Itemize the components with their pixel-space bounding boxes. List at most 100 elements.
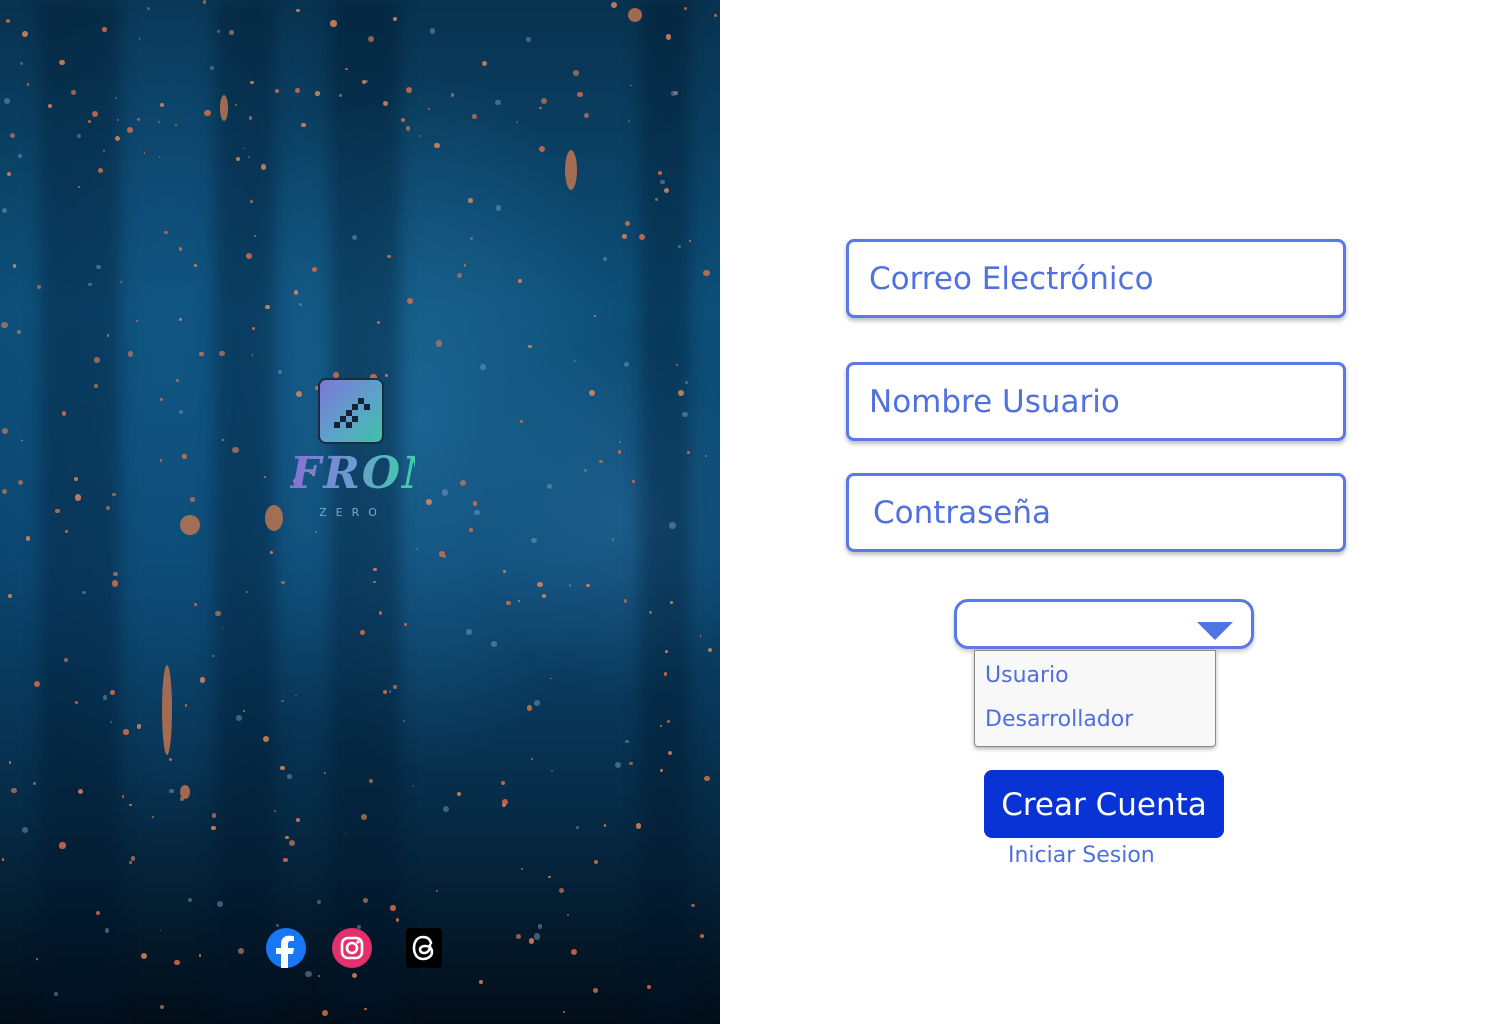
raindrop: [138, 38, 141, 40]
raindrop: [611, 538, 615, 541]
username-field[interactable]: [846, 362, 1346, 441]
raindrop: [222, 438, 225, 441]
raindrop: [435, 340, 442, 347]
raindrop: [212, 654, 215, 657]
raindrop: [592, 987, 598, 993]
raindrop: [13, 264, 17, 268]
password-field[interactable]: [846, 473, 1346, 552]
raindrop: [33, 782, 37, 786]
raindrop: [296, 8, 301, 13]
raindrop: [211, 826, 216, 831]
raindrop: [442, 805, 449, 813]
raindrop: [178, 317, 182, 322]
raindrop: [659, 724, 662, 728]
raindrop: [542, 594, 547, 599]
password-input[interactable]: [849, 476, 1343, 549]
raindrop: [184, 704, 187, 707]
raindrop: [659, 179, 665, 185]
raindrop: [457, 273, 463, 279]
raindrop: [135, 319, 138, 322]
create-account-button[interactable]: Crear Cuenta: [984, 770, 1224, 838]
raindrop: [276, 924, 280, 928]
threads-icon[interactable]: [404, 928, 444, 968]
raindrop: [559, 888, 565, 894]
raindrop: [294, 87, 301, 94]
raindrop: [160, 459, 163, 462]
raindrop: [392, 17, 397, 21]
logo-icon: [318, 378, 384, 444]
raindrop: [260, 164, 267, 170]
raindrop: [575, 825, 579, 829]
raindrop: [470, 237, 473, 240]
raindrop: [26, 83, 30, 86]
raindrop: [442, 555, 446, 559]
instagram-icon[interactable]: [332, 928, 372, 968]
raindrop: [111, 580, 119, 587]
raindrop: [707, 647, 713, 653]
raindrop: [312, 267, 318, 273]
raindrop: [162, 665, 172, 755]
login-link[interactable]: Iniciar Sesion: [1008, 842, 1155, 870]
raindrop: [96, 264, 101, 270]
raindrop: [130, 856, 136, 861]
role-option-usuario[interactable]: Usuario: [985, 661, 1069, 691]
facebook-icon[interactable]: [266, 928, 306, 968]
raindrop: [550, 769, 553, 773]
raindrop: [324, 772, 327, 775]
raindrop: [666, 34, 672, 40]
raindrop: [713, 14, 717, 18]
raindrop: [479, 980, 484, 984]
raindrop: [10, 132, 16, 138]
raindrop: [53, 992, 58, 996]
username-input[interactable]: [849, 365, 1343, 438]
raindrop: [571, 949, 578, 956]
email-field[interactable]: [846, 239, 1346, 318]
raindrop: [472, 114, 477, 119]
raindrop: [621, 234, 627, 240]
raindrop: [246, 591, 248, 594]
raindrop: [129, 803, 132, 806]
raindrop: [116, 118, 120, 121]
raindrop: [247, 156, 250, 159]
raindrop: [407, 297, 413, 304]
raindrop: [480, 364, 487, 371]
raindrop: [17, 154, 22, 159]
raindrop: [25, 536, 31, 541]
raindrop: [274, 88, 280, 94]
raindrop: [436, 889, 438, 892]
raindrop: [317, 974, 320, 977]
raindrop: [491, 640, 497, 647]
raindrop: [264, 304, 270, 310]
raindrop: [77, 788, 83, 794]
raindrop: [158, 156, 161, 158]
raindrop: [528, 938, 535, 944]
raindrop: [17, 479, 23, 486]
raindrop: [531, 537, 537, 544]
raindrop: [629, 84, 632, 87]
raindrop: [624, 221, 630, 226]
raindrop: [262, 735, 269, 743]
raindrop: [688, 239, 692, 243]
role-option-desarrollador[interactable]: Desarrollador: [985, 705, 1133, 735]
chevron-down-icon[interactable]: [1197, 622, 1233, 640]
raindrop: [183, 506, 186, 509]
raindrop: [469, 527, 473, 532]
logo-subtitle: ZERO: [319, 506, 386, 519]
raindrop: [151, 815, 154, 818]
raindrop: [536, 581, 543, 588]
raindrop: [102, 150, 105, 152]
raindrop: [623, 361, 629, 367]
raindrop: [6, 172, 11, 177]
raindrop: [481, 61, 487, 67]
raindrop: [35, 957, 39, 961]
raindrop: [321, 1009, 328, 1017]
raindrop: [665, 649, 669, 653]
raindrop: [472, 501, 477, 506]
raindrop: [235, 715, 242, 722]
background-panel: FROM ZERO: [0, 0, 720, 1024]
role-select[interactable]: [954, 599, 1254, 649]
raindrop: [123, 729, 129, 735]
email-input[interactable]: [849, 242, 1343, 315]
raindrop: [101, 26, 107, 32]
raindrop: [516, 934, 522, 940]
